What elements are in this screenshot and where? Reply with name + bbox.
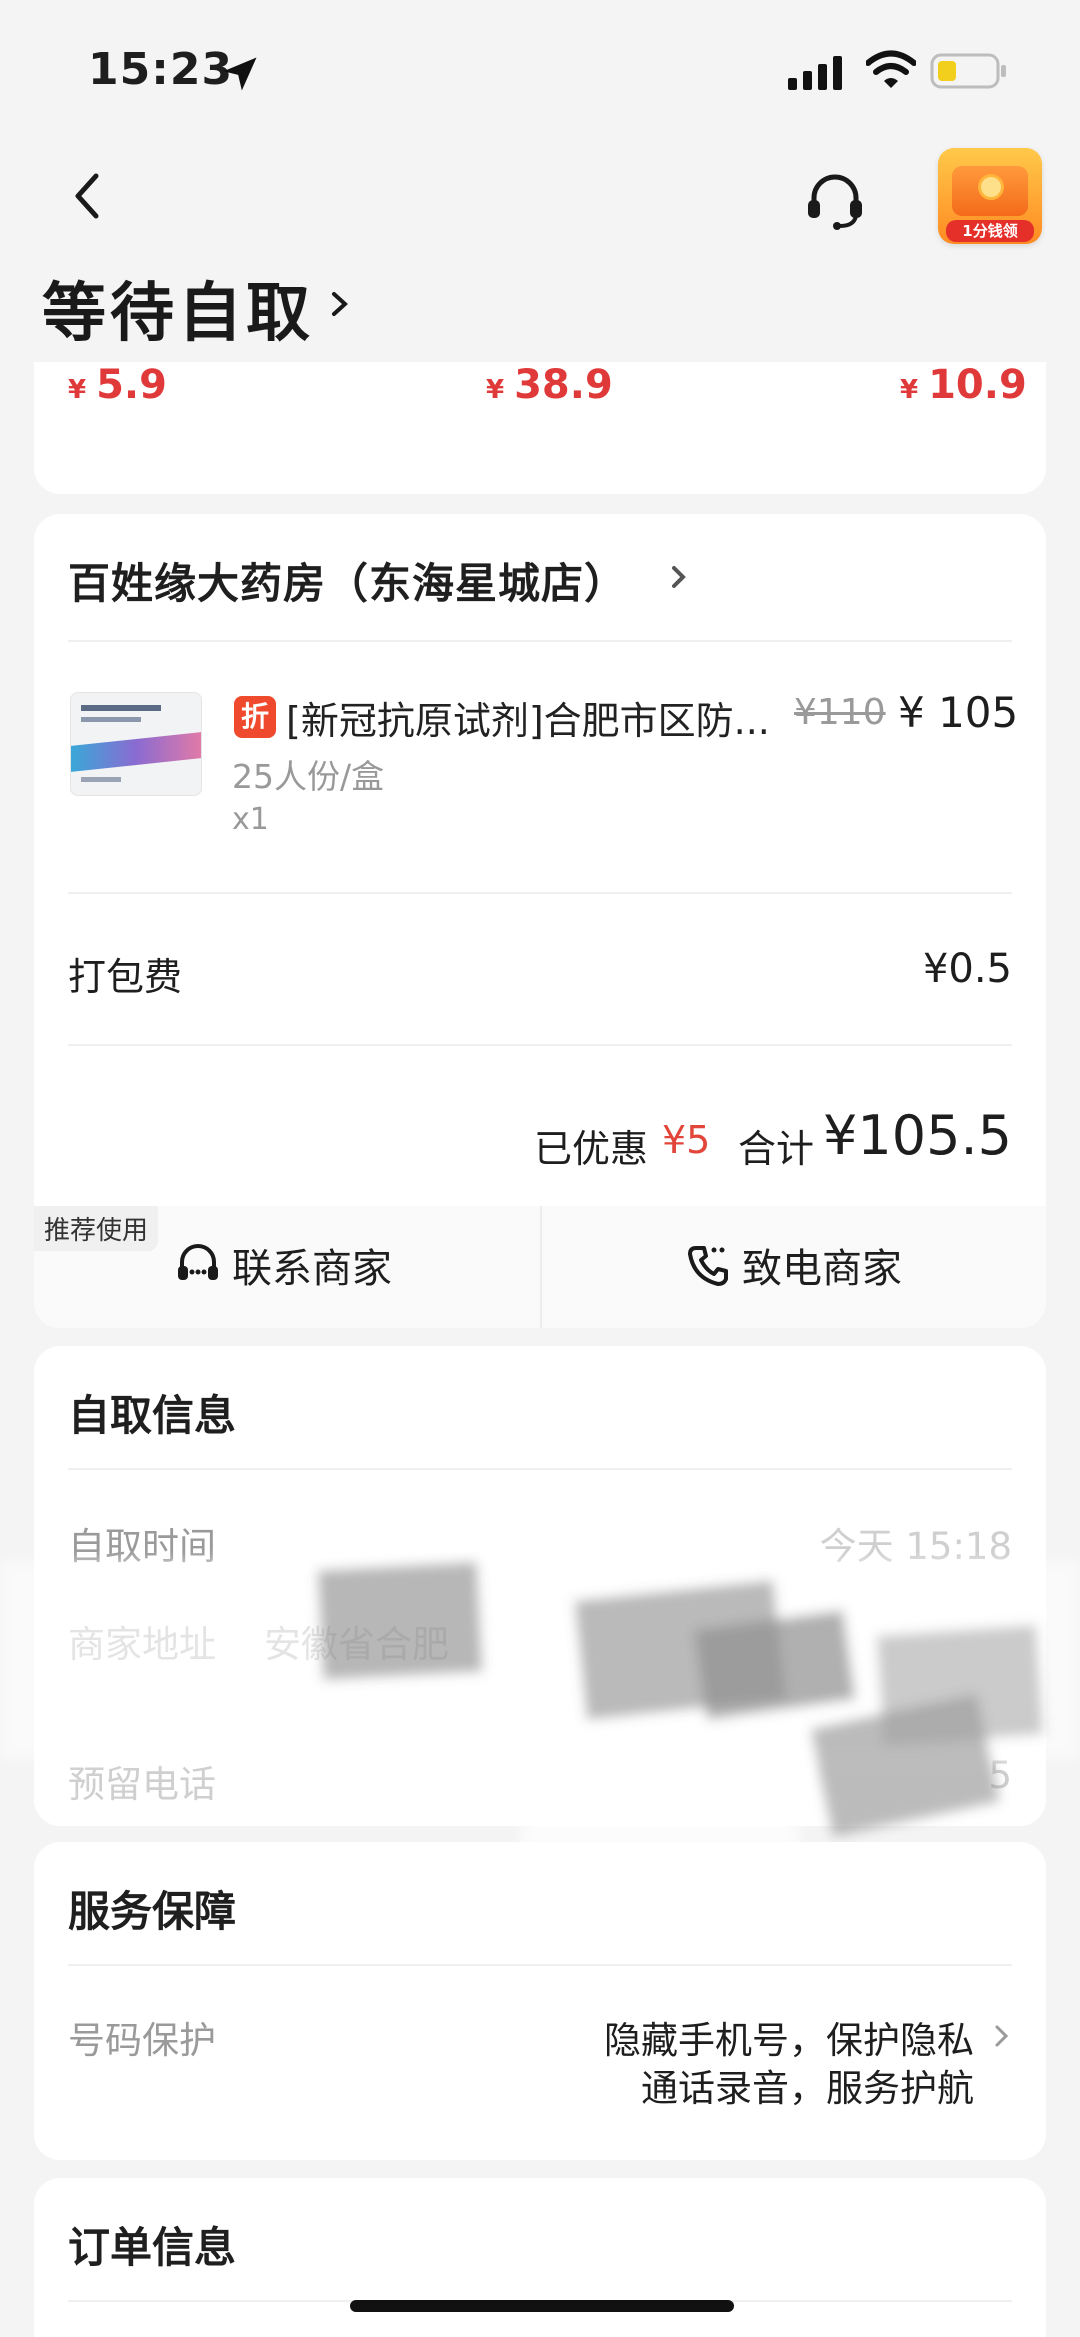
store-order-card: 百姓缘大药房（东海星城店） 折 [新冠抗原试剂]合肥市区防... ¥110 ¥ … (34, 514, 1046, 1328)
product-name[interactable]: [新冠抗原试剂]合肥市区防... (286, 690, 806, 745)
call-merchant-button[interactable]: 致电商家 (684, 1236, 902, 1294)
customer-service-headset-icon[interactable] (800, 168, 870, 234)
service-guarantee-card: 服务保障 号码保护 隐藏手机号，保护隐私 通话录音，服务护航 (34, 1842, 1046, 2160)
promo-label: 1分钱领 (946, 220, 1034, 242)
discount-saved-value: ¥5 (662, 1118, 711, 1162)
home-indicator[interactable] (350, 2300, 734, 2312)
divider (68, 1964, 1012, 1966)
reserved-phone-label: 预留电话 (68, 1763, 216, 1806)
recommend-products-card: ¥5.9 ¥38.9 ¥10.9 (34, 362, 1046, 494)
divider (68, 1044, 1012, 1046)
promo-gift-banner[interactable]: 1分钱领 (938, 148, 1042, 244)
call-merchant-label: 致电商家 (742, 1246, 902, 1292)
divider (540, 1206, 542, 1328)
cellular-signal-icon (788, 56, 842, 90)
product-price: ¥ 105 (898, 688, 1019, 737)
recommend-price-3[interactable]: ¥10.9 (900, 362, 1027, 408)
back-arrow-icon[interactable] (62, 166, 112, 226)
discount-saved-label: 已优惠 (534, 1127, 649, 1171)
coin-icon (978, 174, 1004, 200)
page-title[interactable]: 等待自取 (42, 262, 314, 354)
pickup-time-label: 自取时间 (68, 1525, 216, 1568)
merchant-address-value: 安徽省合肥 (264, 1623, 449, 1666)
product-quantity: x1 (232, 802, 269, 837)
divider (68, 640, 1012, 642)
order-info-card: 订单信息 (34, 2178, 1046, 2337)
merchant-address-label: 商家地址 (68, 1623, 216, 1666)
location-arrow-icon (223, 57, 257, 91)
reserved-phone-value: 5 (988, 1754, 1012, 1797)
number-protection-label: 号码保护 (68, 2019, 216, 2062)
divider (68, 892, 1012, 894)
discount-badge: 折 (234, 696, 276, 738)
recommend-price-2[interactable]: ¥38.9 (486, 362, 613, 408)
total-label: 合计 (738, 1127, 815, 1171)
product-spec: 25人份/盒 (232, 757, 385, 796)
original-price: ¥110 (794, 692, 886, 733)
chevron-right-icon[interactable] (328, 286, 352, 322)
recommend-price-1[interactable]: ¥5.9 (68, 362, 167, 408)
battery-icon (930, 53, 1006, 89)
contact-merchant-label: 联系商家 (232, 1246, 392, 1292)
wifi-icon (866, 50, 916, 88)
pickup-time-value: 今天 15:18 (819, 1525, 1012, 1568)
pickup-info-title: 自取信息 (68, 1391, 237, 1440)
phone-icon (688, 1246, 728, 1286)
total-value: ¥105.5 (823, 1104, 1012, 1167)
contact-merchant-button[interactable]: 联系商家 (174, 1236, 392, 1294)
recommend-tag: 推荐使用 (34, 1206, 159, 1251)
chevron-right-icon[interactable] (670, 562, 688, 592)
product-image[interactable] (70, 692, 202, 796)
packing-fee-value: ¥0.5 (922, 946, 1012, 992)
store-name[interactable]: 百姓缘大药房（东海星城店） (68, 550, 627, 611)
chat-headset-icon (178, 1244, 218, 1280)
number-protection-line1[interactable]: 隐藏手机号，保护隐私 (604, 2010, 974, 2064)
number-protection-line2: 通话录音，服务护航 (641, 2067, 974, 2110)
packing-fee-label: 打包费 (68, 955, 183, 999)
chevron-right-icon[interactable] (992, 2020, 1012, 2052)
service-title: 服务保障 (68, 1887, 237, 1936)
divider (68, 1468, 1012, 1470)
order-info-title: 订单信息 (68, 2223, 237, 2272)
pickup-info-card: 自取信息 自取时间 今天 15:18 商家地址 安徽省合肥 预留电话 5 (34, 1346, 1046, 1826)
status-time: 15:23 (88, 44, 234, 95)
